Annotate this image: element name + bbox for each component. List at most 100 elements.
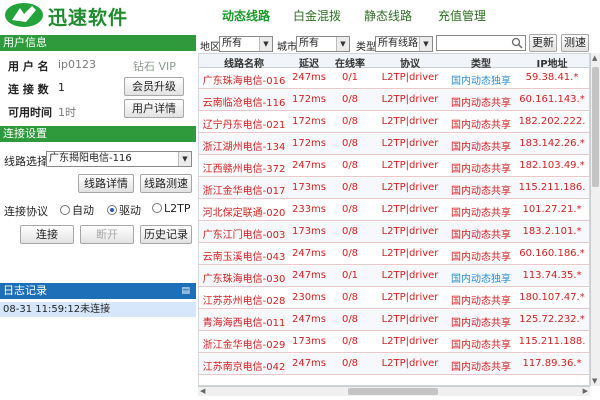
region-select[interactable]: 所有 ▼	[219, 36, 273, 52]
horizontal-scrollbar[interactable]: ◀ ▶	[198, 386, 590, 396]
username-label: 用 户 名	[8, 60, 49, 73]
cell-name: 辽宁丹东电信-021	[202, 120, 286, 131]
cell-protocol: L2TP|driver	[381, 226, 439, 237]
available-time-value: 1时	[58, 106, 76, 119]
cell-type: 国内动态共享	[451, 164, 511, 175]
scroll-down-icon[interactable]: ▼	[592, 377, 597, 385]
city-select[interactable]: 所有 ▼	[296, 36, 350, 52]
history-button[interactable]: 历史记录	[140, 225, 192, 244]
scroll-up-icon[interactable]: ▲	[592, 54, 597, 62]
radio-icon	[152, 203, 162, 213]
available-time-label: 可用时间	[8, 106, 52, 119]
cell-type: 国内动态共享	[451, 208, 511, 219]
protocol-driver-option[interactable]: 驱动	[107, 202, 141, 218]
cell-protocol: L2TP|driver	[381, 138, 439, 149]
cell-ip: 101.27.21.*	[522, 204, 582, 215]
cell-protocol: L2TP|driver	[381, 204, 439, 215]
table-row[interactable]: 江苏南京电信-042 247ms 0/8 L2TP|driver 国内动态共享 117.8…	[199, 354, 589, 375]
protocol-auto-option[interactable]: 自动	[60, 202, 94, 218]
cell-protocol: L2TP|driver	[381, 292, 439, 303]
table-row[interactable]: 云南玉溪电信-043 247ms 0/8 L2TP|driver 国内动态共享 60.16…	[199, 244, 589, 265]
chevron-down-icon: ▼	[178, 152, 191, 166]
table-row[interactable]: 浙江金华电信-029 173ms 0/8 L2TP|driver 国内动态共享 115.2…	[199, 332, 589, 353]
cell-name: 浙江金华电信-017	[202, 186, 286, 197]
protocol-l2tp-option[interactable]: L2TP	[152, 202, 190, 215]
speedtest-button[interactable]: 测速	[561, 34, 589, 52]
table-row[interactable]: 云南临沧电信-116 172ms 0/8 L2TP|driver 国内动态共享 60.16…	[199, 90, 589, 111]
protocol-auto-label: 自动	[72, 204, 94, 217]
vertical-scrollbar[interactable]: ▲ ▼	[590, 53, 600, 386]
cell-type: 国内动态独享	[451, 76, 511, 87]
cell-delay: 247ms	[291, 314, 327, 325]
search-icon[interactable]	[511, 37, 523, 49]
line-details-button[interactable]: 线路详情	[78, 174, 134, 193]
cell-online: 0/8	[341, 116, 359, 127]
log-entry: 08-31 11:59:12未连接	[0, 302, 196, 317]
cell-online: 0/8	[341, 248, 359, 259]
table-row[interactable]: 河北保定联通-020 233ms 0/8 L2TP|driver 国内动态共享 101.2…	[199, 200, 589, 221]
cell-online: 0/8	[341, 182, 359, 193]
user-details-button[interactable]: 用户详情	[124, 99, 184, 118]
cell-name: 浙江金华电信-029	[202, 340, 286, 351]
table-row[interactable]: 浙江金华电信-017 173ms 0/8 L2TP|driver 国内动态共享 115.2…	[199, 178, 589, 199]
cell-type: 国内动态共享	[451, 186, 511, 197]
log-header-title: 日志记录	[3, 284, 47, 297]
vertical-scroll-thumb[interactable]	[592, 67, 599, 187]
type-value: 所有线路	[378, 38, 418, 49]
search-input[interactable]	[436, 35, 526, 51]
cell-type: 国内动态共享	[451, 120, 511, 131]
cell-name: 江苏南京电信-042	[202, 362, 286, 373]
table-row[interactable]: 浙江湖州电信-134 172ms 0/8 L2TP|driver 国内动态共享 183.1…	[199, 134, 589, 155]
line-select-dropdown[interactable]: 广东揭阳电信-116 ▼	[46, 151, 192, 167]
cell-protocol: L2TP|driver	[381, 160, 439, 171]
table-row[interactable]: 广东珠海电信-016 247ms 0/1 L2TP|driver 国内动态独享 59.38…	[199, 68, 589, 89]
scroll-left-icon[interactable]: ◀	[200, 387, 205, 395]
cell-online: 0/8	[341, 226, 359, 237]
scroll-right-icon[interactable]: ▶	[583, 387, 588, 395]
cell-ip: 113.74.35.*	[522, 270, 582, 281]
cell-delay: 247ms	[291, 358, 327, 369]
cell-protocol: L2TP|driver	[381, 314, 439, 325]
cell-delay: 173ms	[291, 226, 327, 237]
cell-online: 0/8	[341, 160, 359, 171]
cell-online: 0/8	[341, 138, 359, 149]
username-value: ip0123	[58, 58, 97, 71]
member-upgrade-button[interactable]: 会员升级	[124, 77, 184, 96]
cell-name: 河北保定联通-020	[202, 208, 286, 219]
table-row[interactable]: 广东江门电信-003 173ms 0/8 L2TP|driver 国内动态共享 183.2…	[199, 222, 589, 243]
type-select[interactable]: 所有线路 ▼	[375, 36, 433, 52]
cell-name: 云南临沧电信-116	[202, 98, 286, 109]
tab-dynamic-lines[interactable]: 动态线路	[222, 7, 270, 24]
cell-protocol: L2TP|driver	[381, 182, 439, 193]
connect-button[interactable]: 连接	[20, 225, 74, 244]
line-table: 线路名称 延迟 在线率 协议 类型 IP地址 广东珠海电信-016 247ms 0/…	[198, 53, 590, 386]
line-speedtest-button[interactable]: 线路测速	[140, 174, 192, 193]
table-row[interactable]: 青海海西电信-011 247ms 0/8 L2TP|driver 国内动态共享 125.7…	[199, 310, 589, 331]
line-select-label: 线路选择	[4, 155, 48, 168]
table-row[interactable]: 江西赣州电信-372 247ms 0/8 L2TP|driver 国内动态共享 182.1…	[199, 156, 589, 177]
cell-ip: 115.211.186.	[518, 182, 586, 193]
cell-delay: 247ms	[291, 270, 327, 281]
tab-static-lines[interactable]: 静态线路	[364, 7, 412, 24]
cell-ip: 183.142.26.*	[519, 138, 585, 149]
table-row[interactable]: 广东珠海电信-030 247ms 0/1 L2TP|driver 国内动态独享 113.7…	[199, 266, 589, 287]
cell-online: 0/8	[341, 358, 359, 369]
disconnect-button[interactable]: 断开	[80, 225, 134, 244]
cell-name: 江苏苏州电信-028	[202, 296, 286, 307]
table-row[interactable]: 辽宁丹东电信-021 172ms 0/8 L2TP|driver 国内动态共享 182.2…	[199, 112, 589, 133]
cell-delay: 247ms	[291, 248, 327, 259]
refresh-button[interactable]: 更新	[529, 34, 557, 52]
user-info-header: 用户信息	[0, 35, 196, 51]
trash-icon[interactable]: ▤	[181, 283, 190, 299]
connections-value: 1	[58, 81, 65, 94]
cell-protocol: L2TP|driver	[381, 270, 439, 281]
tab-recharge[interactable]: 充值管理	[438, 7, 486, 24]
radio-icon	[60, 205, 70, 215]
cell-ip: 117.89.36.*	[522, 358, 582, 369]
cell-delay: 172ms	[291, 138, 327, 149]
table-row[interactable]: 江苏苏州电信-028 230ms 0/8 L2TP|driver 国内动态共享 180.1…	[199, 288, 589, 309]
tab-platinum-mixed[interactable]: 白金混拨	[293, 7, 341, 24]
horizontal-scroll-thumb[interactable]	[348, 388, 438, 395]
cell-online: 0/8	[341, 204, 359, 215]
city-label: 城市	[277, 42, 297, 53]
